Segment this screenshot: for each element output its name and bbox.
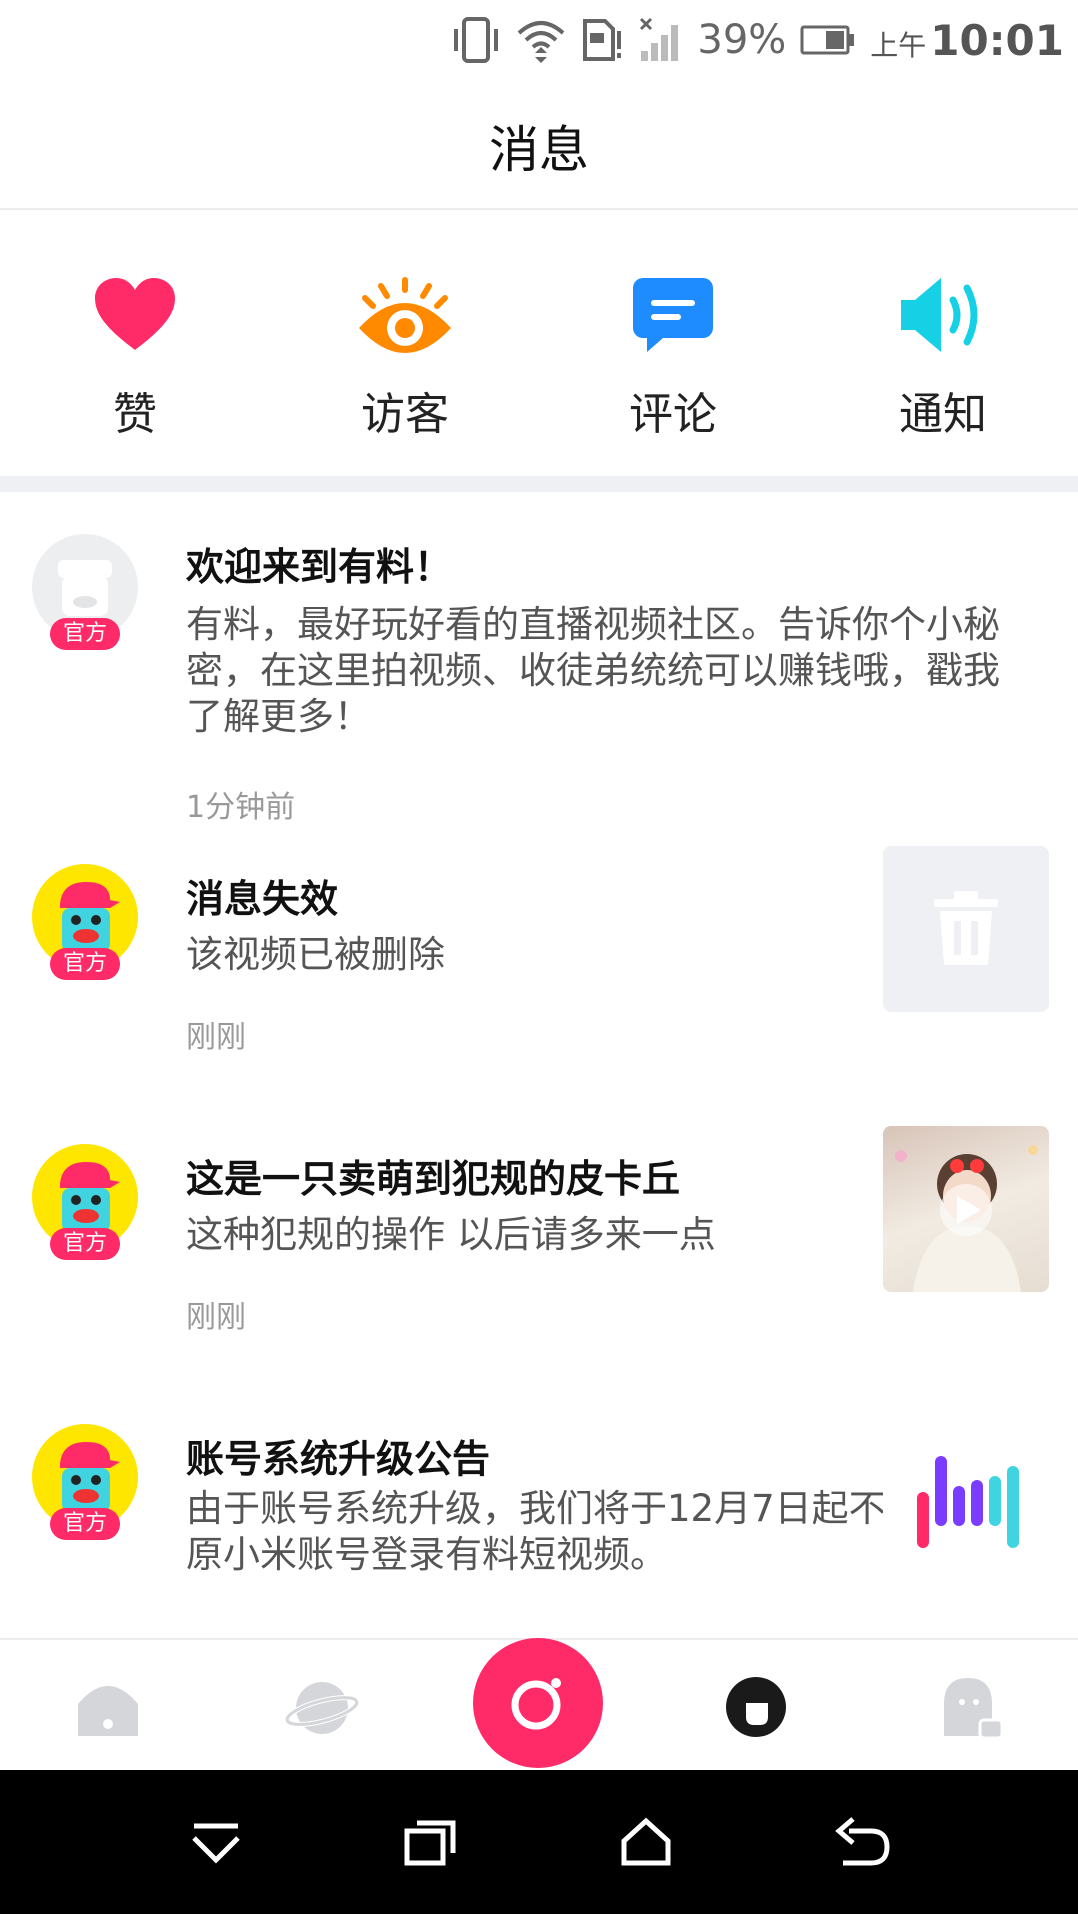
category-notifications[interactable]: 通知	[843, 270, 1043, 442]
heart-icon	[35, 270, 235, 360]
video-thumbnail[interactable]	[883, 1126, 1049, 1292]
back-button[interactable]	[832, 1812, 892, 1872]
message-time: 刚刚	[186, 1300, 246, 1335]
category-likes[interactable]: 赞	[35, 270, 235, 442]
category-visitors[interactable]: 访客	[305, 270, 505, 442]
official-badge: 官方	[50, 1508, 120, 1540]
recents-icon	[404, 1820, 456, 1866]
message-title: 这是一只卖萌到犯规的皮卡丘	[186, 1157, 681, 1201]
wifi-icon	[518, 21, 565, 63]
home-button[interactable]	[616, 1812, 676, 1872]
avatar[interactable]: 官方	[32, 864, 138, 980]
messages-icon	[726, 1677, 786, 1737]
category-label: 通知	[899, 389, 987, 440]
avatar[interactable]: 官方	[32, 1144, 138, 1260]
vibrate-icon	[454, 17, 499, 63]
recents-button[interactable]	[400, 1812, 460, 1872]
sound-wave-logo-icon	[917, 1456, 1019, 1548]
status-icons: 39% 上午10:01	[451, 10, 1064, 70]
home-outline-icon	[621, 1817, 671, 1866]
avatar[interactable]: 官方	[32, 534, 138, 650]
message-list[interactable]: 官方 欢迎来到有料！ 有料，最好玩好看的直播视频社区。告诉你个小秘密，在这里拍视…	[0, 492, 1078, 1638]
list-item[interactable]: 官方 账号系统升级公告 由于账号系统升级，我们将于12月7日起不再支持原小米账号…	[0, 1412, 1078, 1638]
category-label: 访客	[361, 389, 449, 440]
message-body: 有料，最好玩好看的直播视频社区。告诉你个小秘密，在这里拍视频、收徒弟统统可以赚钱…	[186, 603, 1000, 738]
clock: 上午10:01	[870, 15, 1064, 65]
message-time: 刚刚	[186, 1020, 246, 1055]
camera-record-icon	[511, 1678, 561, 1730]
record-button[interactable]	[473, 1638, 603, 1768]
official-badge: 官方	[50, 618, 120, 650]
announcement-thumbnail[interactable]	[883, 1424, 1049, 1590]
hide-keyboard-button[interactable]	[186, 1812, 246, 1872]
official-badge: 官方	[50, 1228, 120, 1260]
sim-card-icon	[583, 19, 622, 61]
avatar[interactable]: 官方	[32, 1424, 138, 1540]
list-item[interactable]: 官方 这是一只卖萌到犯规的皮卡丘 这种犯规的操作 以后请多来一点 刚刚	[0, 1126, 1078, 1412]
message-title: 消息失效	[186, 877, 339, 921]
nav-messages[interactable]	[716, 1668, 796, 1748]
category-label: 赞	[113, 389, 157, 440]
message-time: 1分钟前	[186, 790, 296, 825]
bottom-nav	[0, 1638, 1078, 1772]
header: 消息	[0, 80, 1078, 210]
no-signal-icon	[640, 17, 679, 61]
official-badge: 官方	[50, 948, 120, 980]
message-title: 账号系统升级公告	[186, 1437, 491, 1481]
list-item[interactable]: 官方 消息失效 该视频已被删除 刚刚	[0, 846, 1078, 1132]
trash-icon	[934, 891, 998, 965]
message-title: 欢迎来到有料！	[186, 545, 453, 589]
category-label: 评论	[629, 389, 717, 440]
nav-home[interactable]	[68, 1668, 148, 1748]
deleted-video-thumbnail[interactable]	[883, 846, 1049, 1012]
chevron-down-icon	[192, 1823, 240, 1864]
section-divider	[0, 476, 1078, 492]
nav-profile[interactable]	[930, 1668, 1010, 1748]
system-nav-bar	[0, 1770, 1078, 1914]
video-preview-image	[895, 1145, 1038, 1292]
battery-percent: 39%	[697, 17, 787, 63]
planet-icon	[284, 1682, 360, 1734]
category-comments[interactable]: 评论	[573, 270, 773, 442]
home-icon	[78, 1686, 138, 1736]
status-bar: 39% 上午10:01	[0, 0, 1078, 80]
message-categories: 赞 访客 评论 通知	[0, 210, 1078, 476]
page-title: 消息	[489, 121, 589, 179]
comment-icon	[573, 270, 773, 360]
speaker-icon	[843, 270, 1043, 360]
list-item[interactable]: 官方 欢迎来到有料！ 有料，最好玩好看的直播视频社区。告诉你个小秘密，在这里拍视…	[0, 492, 1078, 852]
battery-icon	[800, 25, 855, 55]
nav-discover[interactable]	[282, 1668, 362, 1748]
back-arrow-icon	[835, 1817, 890, 1866]
eye-icon	[305, 270, 505, 360]
profile-ghost-icon	[944, 1678, 1004, 1740]
